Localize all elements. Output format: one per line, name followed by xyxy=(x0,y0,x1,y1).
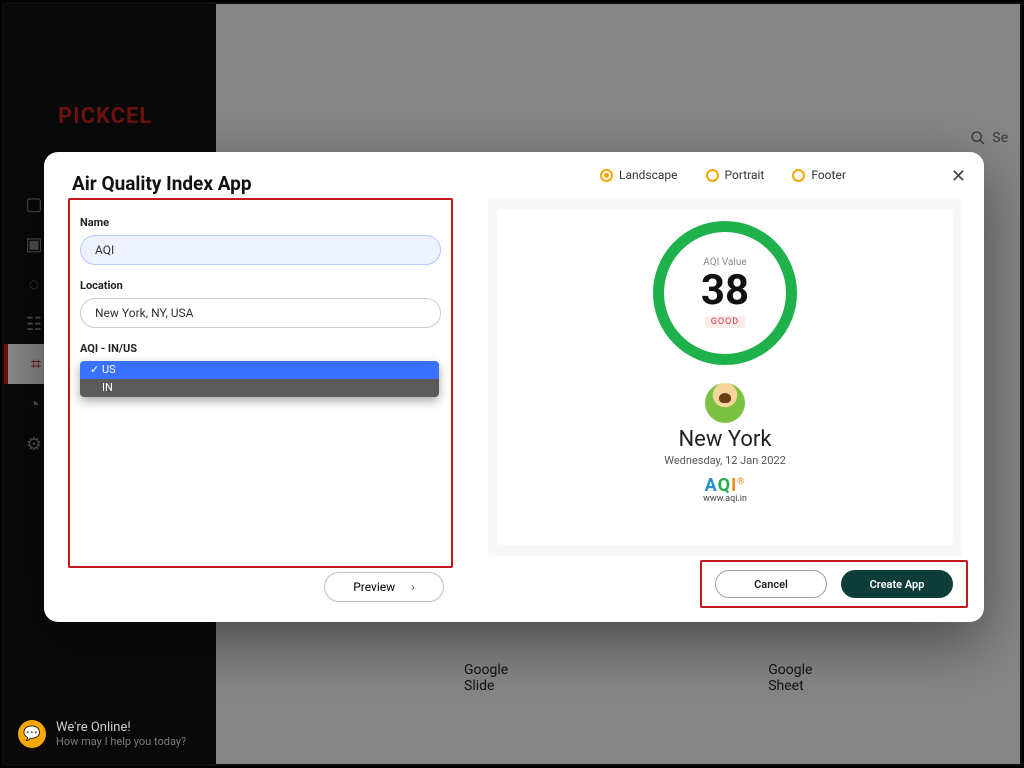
action-buttons: Cancel Create App xyxy=(700,560,968,608)
aqi-site: www.aqi.in xyxy=(703,494,747,504)
aqi-logo-a: A xyxy=(705,475,718,496)
aqi-scale-label: AQI - IN/US xyxy=(80,342,441,355)
chat-line1: We're Online! xyxy=(56,720,186,735)
location-label: Location xyxy=(80,279,441,292)
location-input[interactable] xyxy=(80,298,441,328)
aqi-scale-dropdown[interactable]: US IN xyxy=(80,361,439,397)
chat-line2: How may I help you today? xyxy=(56,735,186,748)
radio-on-icon xyxy=(600,169,613,182)
orientation-footer-label: Footer xyxy=(811,168,846,182)
dropdown-option-in[interactable]: IN xyxy=(80,379,439,397)
preview-button[interactable]: Preview › xyxy=(324,572,444,602)
radio-off-icon xyxy=(706,169,719,182)
chat-widget[interactable]: 💬 We're Online! How may I help you today… xyxy=(18,720,186,748)
aqi-gauge: AQI Value 38 GOOD xyxy=(653,221,797,365)
name-input[interactable] xyxy=(80,235,441,265)
aqi-modal: Air Quality Index App ✕ Landscape Portra… xyxy=(44,152,984,622)
chat-text: We're Online! How may I help you today? xyxy=(56,720,186,748)
orientation-landscape-label: Landscape xyxy=(619,168,678,182)
orientation-portrait-label: Portrait xyxy=(725,168,765,182)
preview-date: Wednesday, 12 Jan 2022 xyxy=(664,454,786,467)
orientation-portrait[interactable]: Portrait xyxy=(706,168,765,182)
aqi-status-badge: GOOD xyxy=(705,316,745,328)
cancel-button[interactable]: Cancel xyxy=(715,570,827,598)
name-label: Name xyxy=(80,216,441,229)
preview-button-label: Preview xyxy=(353,580,395,594)
aqi-logo-q: Q xyxy=(718,475,731,496)
preview-canvas: AQI Value 38 GOOD New York Wednesday, 12… xyxy=(497,209,952,546)
form-panel: Name Location AQI - IN/US US IN xyxy=(68,198,453,568)
orientation-footer[interactable]: Footer xyxy=(792,168,846,182)
avatar-icon xyxy=(705,383,745,423)
create-app-button[interactable]: Create App xyxy=(841,570,953,598)
orientation-selector: Landscape Portrait Footer xyxy=(600,168,846,182)
aqi-branding: AQI® www.aqi.in xyxy=(703,475,747,504)
chevron-right-icon: › xyxy=(411,580,415,594)
modal-title: Air Quality Index App xyxy=(72,172,252,195)
close-icon[interactable]: ✕ xyxy=(951,166,966,187)
chat-icon: 💬 xyxy=(18,720,46,748)
app-frame: PICKCEL ▢ ▣ ◌ ☷ ⌗ ◔ ⚙ Se Google Slide Go… xyxy=(0,0,1024,768)
preview-city: New York xyxy=(678,427,771,452)
aqi-logo: AQI® xyxy=(703,475,747,496)
aqi-value: 38 xyxy=(701,270,749,312)
dropdown-option-us[interactable]: US xyxy=(80,361,439,379)
preview-panel: AQI Value 38 GOOD New York Wednesday, 12… xyxy=(488,198,962,556)
orientation-landscape[interactable]: Landscape xyxy=(600,168,678,182)
radio-off-icon xyxy=(792,169,805,182)
